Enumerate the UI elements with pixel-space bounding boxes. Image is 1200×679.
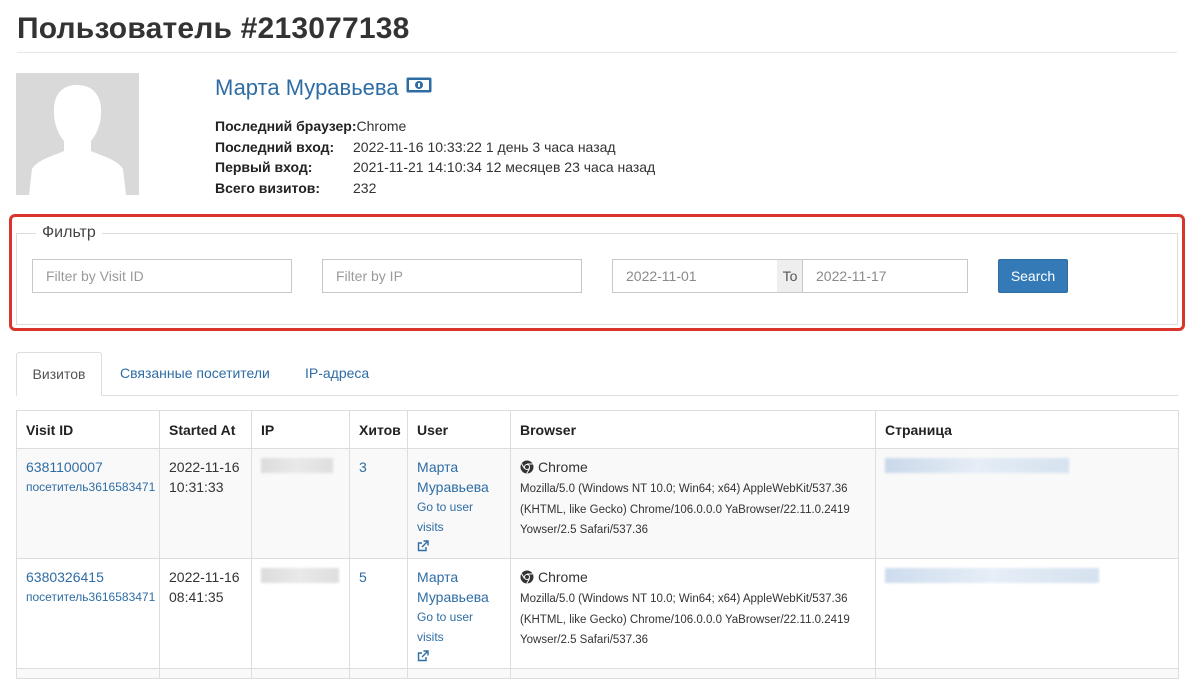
- user-agent-line: Yowser/2.5 Safari/537.36: [520, 524, 649, 536]
- user-agent-line: Mozilla/5.0 (Windows NT 10.0; Win64; x64…: [520, 483, 848, 495]
- info-label: Первый вход:: [215, 159, 313, 175]
- user-link[interactable]: Марта Муравьева: [417, 569, 489, 605]
- column-header[interactable]: User: [407, 410, 511, 449]
- hits-cell: 5: [349, 558, 408, 669]
- table-row: 6380326415 посетитель3616583471 2022-11-…: [16, 558, 1179, 669]
- info-last-browser: Последний браузер: Chrome: [215, 116, 655, 137]
- info-value: Chrome: [356, 118, 407, 134]
- visit-id-cell: 6381100007 посетитель3616583471: [16, 448, 160, 559]
- page-cell: [875, 558, 1179, 669]
- ip-cell: [251, 448, 350, 559]
- info-label: Всего визитов:: [215, 179, 321, 196]
- user-agent-line: Mozilla/5.0 (Windows NT 10.0; Win64; x64…: [520, 593, 848, 605]
- external-link-icon[interactable]: [417, 538, 429, 558]
- browser-cell: Chrome Mozilla/5.0 (Windows NT 10.0; Win…: [510, 448, 876, 559]
- column-header[interactable]: Browser: [510, 410, 876, 449]
- browser-name: Chrome: [538, 459, 588, 475]
- column-header[interactable]: IP: [251, 410, 350, 449]
- go-to-user-visits-link[interactable]: Go to user visits: [417, 610, 473, 644]
- visit-id-cell: 6380326415 посетитель3616583471: [16, 558, 160, 669]
- chrome-icon: [520, 459, 534, 479]
- user-agent-line: (KHTML, like Gecko) Chrome/106.0.0.0 YaB…: [520, 613, 850, 626]
- visitor-link[interactable]: посетитель3616583471: [26, 480, 155, 494]
- tab-visits[interactable]: Визитов: [16, 352, 102, 396]
- redacted-ip: [261, 568, 339, 583]
- money-icon: [406, 73, 432, 99]
- visit-time: 10:31:33: [169, 479, 224, 495]
- info-value: 232: [353, 179, 377, 196]
- column-header[interactable]: Started At: [159, 410, 252, 449]
- redacted-page-url[interactable]: [885, 568, 1099, 583]
- table-row: [16, 668, 1179, 679]
- info-value: 2021-11-21 14:10:34 12 месяцев 23 часа н…: [353, 159, 656, 175]
- user-info: Последний браузер: Chrome Последний вход:…: [215, 116, 655, 198]
- filter-legend: Фильтр: [36, 224, 102, 242]
- user-name-label[interactable]: Марта Муравьева: [215, 75, 399, 100]
- page-cell: [875, 448, 1179, 559]
- user-placeholder-icon: [16, 73, 139, 195]
- info-first-login: Первый вход: 2021-11-21 14:10:34 12 месяц…: [215, 157, 655, 178]
- table-row: 6381100007 посетитель3616583471 2022-11-…: [16, 448, 1179, 559]
- browser-cell: Chrome Mozilla/5.0 (Windows NT 10.0; Win…: [510, 558, 876, 669]
- started-at-cell: 2022-11-16 08:41:35: [159, 558, 252, 669]
- user-cell: Марта Муравьева Go to user visits: [407, 558, 511, 669]
- visit-id-link[interactable]: 6381100007: [26, 459, 103, 475]
- user-agent-line: (KHTML, like Gecko) Chrome/106.0.0.0 YaB…: [520, 503, 850, 516]
- visit-id-filter-input[interactable]: Filter by Visit ID: [32, 259, 292, 293]
- info-label: Последний браузер:: [215, 118, 357, 134]
- visit-date: 2022-11-16: [169, 569, 240, 585]
- tab-related-visitors[interactable]: Связанные посетители: [104, 352, 286, 396]
- visit-id-link[interactable]: 6380326415: [26, 569, 104, 585]
- hits-cell: 3: [349, 448, 408, 559]
- ip-filter-input[interactable]: Filter by IP: [322, 259, 582, 293]
- title-divider: [17, 52, 1177, 53]
- redacted-page-url[interactable]: [885, 458, 1069, 473]
- user-agent-line: Yowser/2.5 Safari/537.36: [520, 634, 649, 646]
- date-range-separator: To: [777, 259, 803, 293]
- external-link-icon[interactable]: [417, 648, 429, 668]
- hits-link[interactable]: 3: [359, 459, 367, 475]
- column-header[interactable]: Страница: [875, 410, 1179, 449]
- chrome-icon: [520, 569, 534, 589]
- hits-link[interactable]: 5: [359, 569, 367, 585]
- visit-time: 08:41:35: [169, 589, 224, 605]
- ip-cell: [251, 558, 350, 669]
- column-header[interactable]: Хитов: [349, 410, 408, 449]
- page-title: Пользователь #213077138: [17, 12, 410, 45]
- browser-name: Chrome: [538, 569, 588, 585]
- info-total-visits: Всего визитов: 232: [215, 178, 655, 199]
- visitor-link[interactable]: посетитель3616583471: [26, 590, 155, 604]
- tab-ip-addresses[interactable]: IP-адреса: [289, 352, 385, 396]
- table-header-row: Visit ID Started At IP Хитов User Browse…: [16, 410, 1179, 449]
- column-header[interactable]: Visit ID: [16, 410, 160, 449]
- info-value: 2022-11-16 10:33:22 1 день 3 часа назад: [353, 138, 616, 155]
- go-to-user-visits-link[interactable]: Go to user visits: [417, 500, 473, 534]
- user-link[interactable]: Марта Муравьева: [417, 459, 489, 495]
- visit-date: 2022-11-16: [169, 459, 240, 475]
- search-button[interactable]: Search: [998, 259, 1068, 293]
- user-name[interactable]: Марта Муравьева: [215, 74, 432, 101]
- visits-table: Visit ID Started At IP Хитов User Browse…: [16, 410, 1179, 679]
- user-cell: Марта Муравьева Go to user visits: [407, 448, 511, 559]
- avatar: [16, 73, 139, 195]
- info-label: Последний вход:: [215, 138, 335, 155]
- date-to-input[interactable]: 2022-11-17: [802, 259, 968, 293]
- started-at-cell: 2022-11-16 10:31:33: [159, 448, 252, 559]
- redacted-ip: [261, 458, 333, 473]
- info-last-login: Последний вход: 2022-11-16 10:33:22 1 ден…: [215, 137, 655, 158]
- date-from-input[interactable]: 2022-11-01: [612, 259, 778, 293]
